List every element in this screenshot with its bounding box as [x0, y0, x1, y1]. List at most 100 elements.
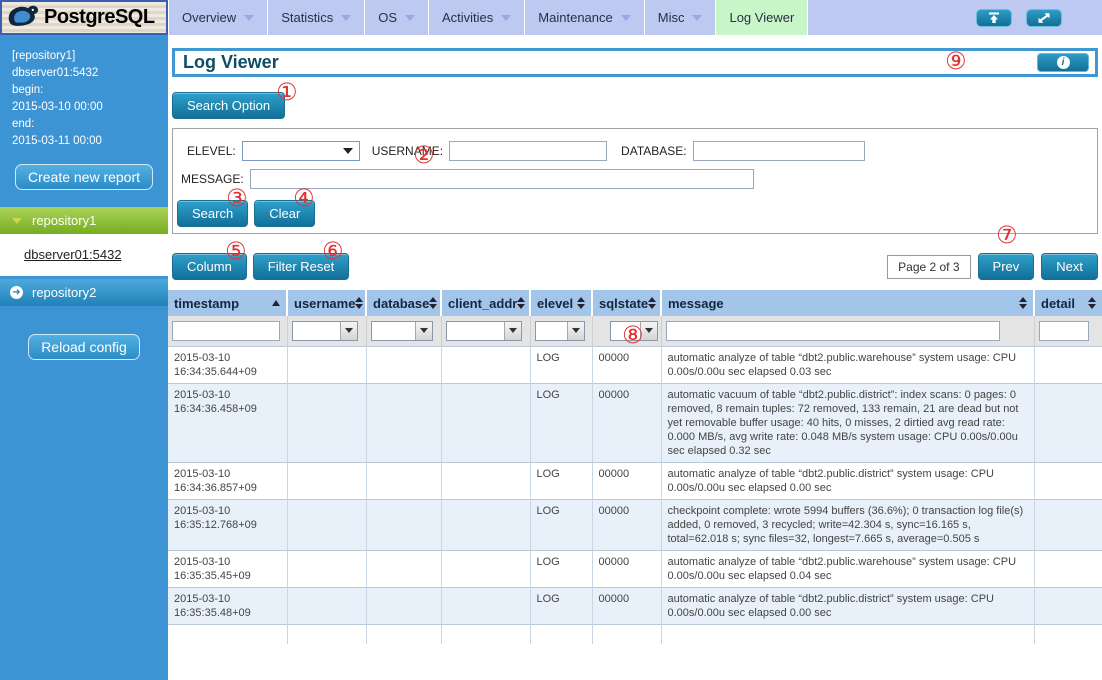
arrow-up-to-bar-icon — [987, 12, 1001, 24]
col-header-username[interactable]: username — [287, 290, 366, 316]
postgresql-logo: PostgreSQL — [0, 0, 168, 35]
sort-asc-icon — [272, 300, 280, 306]
col-header-message[interactable]: message — [661, 290, 1034, 316]
chevron-down-icon — [405, 15, 415, 21]
chevron-down-icon — [640, 322, 657, 340]
filter-database-select[interactable] — [371, 321, 433, 341]
tab-misc[interactable]: Misc — [645, 0, 717, 35]
col-header-timestamp[interactable]: timestamp — [168, 290, 287, 316]
create-new-report-button[interactable]: Create new report — [15, 164, 153, 190]
col-label: detail — [1041, 296, 1075, 311]
col-header-sqlstate[interactable]: sqlstate — [592, 290, 661, 316]
filter-sqlstate-select[interactable] — [610, 321, 658, 341]
begin-datetime: 2015-03-10 00:00 — [12, 99, 168, 116]
filter-detail-input[interactable] — [1039, 321, 1089, 341]
server-link[interactable]: dbserver01:5432 — [24, 247, 122, 262]
filter-username-select[interactable] — [292, 321, 358, 341]
col-label: sqlstate — [599, 296, 648, 311]
col-header-database[interactable]: database — [366, 290, 441, 316]
table-row-partial[interactable] — [168, 624, 1102, 644]
filter-message-input[interactable] — [666, 321, 1000, 341]
reload-config-button[interactable]: Reload config — [28, 334, 140, 360]
search-panel: ELEVEL: USERNAME: DATABASE: MESSAGE: Sea… — [172, 128, 1098, 234]
col-label: database — [373, 296, 429, 311]
col-label: client_addr — [448, 296, 517, 311]
arrow-right-circle-icon: ➜ — [10, 286, 23, 299]
chevron-down-icon — [621, 15, 631, 21]
begin-label: begin: — [12, 82, 168, 99]
expand-button[interactable] — [1026, 9, 1062, 27]
search-option-button[interactable]: Search Option — [172, 92, 285, 119]
chevron-down-icon — [504, 322, 521, 340]
sort-icon — [1019, 297, 1027, 309]
clear-button[interactable]: Clear — [254, 200, 315, 227]
reload-config-wrap: Reload config — [0, 334, 168, 360]
sidebar: [repository1] dbserver01:5432 begin: 201… — [0, 35, 168, 680]
filter-timestamp-input[interactable] — [172, 321, 280, 341]
main-content: Log Viewer i Search Option ELEVEL: USERN… — [168, 35, 1102, 680]
database-field[interactable] — [693, 141, 865, 161]
message-field[interactable] — [250, 169, 754, 189]
prev-button[interactable]: Prev — [978, 253, 1035, 280]
table-row[interactable]: 2015-03-10 16:34:36.458+09 LOG 00000 aut… — [168, 383, 1102, 462]
tab-activities[interactable]: Activities — [429, 0, 525, 35]
table-row[interactable]: 2015-03-10 16:35:35.48+09 LOG 00000 auto… — [168, 587, 1102, 624]
filter-reset-button[interactable]: Filter Reset — [253, 253, 349, 280]
message-label: MESSAGE: — [181, 172, 244, 186]
search-row-1: ELEVEL: USERNAME: DATABASE: — [187, 141, 1097, 161]
scroll-top-button[interactable] — [976, 9, 1012, 27]
table-row[interactable]: 2015-03-10 16:35:12.768+09 LOG 00000 che… — [168, 499, 1102, 550]
sort-icon — [355, 297, 363, 309]
chevron-down-icon — [340, 322, 357, 340]
logo-text: PostgreSQL — [44, 6, 155, 29]
search-row-2: MESSAGE: — [181, 169, 1097, 189]
repository2-header[interactable]: ➜ repository2 — [0, 279, 168, 306]
col-header-detail[interactable]: detail — [1034, 290, 1102, 316]
page-indicator: Page 2 of 3 — [887, 255, 970, 279]
repository1-header[interactable]: repository1 — [0, 207, 168, 234]
search-button[interactable]: Search — [177, 200, 248, 227]
sort-icon — [429, 297, 437, 309]
table-toolbar: Column Filter Reset Page 2 of 3 Prev Nex… — [172, 253, 1098, 280]
tab-log-viewer[interactable]: Log Viewer — [716, 0, 808, 35]
server-name: dbserver01:5432 — [12, 65, 168, 82]
tab-maintenance[interactable]: Maintenance — [525, 0, 644, 35]
col-header-elevel[interactable]: elevel — [530, 290, 592, 316]
log-table: timestamp username database client_addr … — [168, 290, 1102, 644]
column-button[interactable]: Column — [172, 253, 247, 280]
tab-label: Overview — [182, 10, 236, 25]
page-title: Log Viewer — [183, 52, 279, 73]
info-button[interactable]: i — [1037, 53, 1089, 72]
username-field[interactable] — [449, 141, 607, 161]
next-button[interactable]: Next — [1041, 253, 1098, 280]
table-row[interactable]: 2015-03-10 16:34:35.644+09 LOG 00000 aut… — [168, 346, 1102, 383]
sort-icon — [577, 297, 585, 309]
tab-statistics[interactable]: Statistics — [268, 0, 365, 35]
triangle-down-icon — [12, 218, 22, 224]
end-label: end: — [12, 116, 168, 133]
filter-client-addr-select[interactable] — [446, 321, 522, 341]
table-row[interactable]: 2015-03-10 16:35:35.45+09 LOG 00000 auto… — [168, 550, 1102, 587]
nav-buttons — [976, 0, 1102, 35]
col-label: timestamp — [174, 296, 239, 311]
repository1-panel: dbserver01:5432 — [0, 234, 168, 276]
tab-label: Misc — [658, 10, 685, 25]
chevron-down-icon — [341, 15, 351, 21]
chevron-down-icon — [244, 15, 254, 21]
table-row[interactable]: 2015-03-10 16:34:36.857+09 LOG 00000 aut… — [168, 462, 1102, 499]
page-title-bar: Log Viewer i — [172, 48, 1098, 77]
filter-elevel-select[interactable] — [535, 321, 585, 341]
tab-overview[interactable]: Overview — [168, 0, 268, 35]
col-header-client-addr[interactable]: client_addr — [441, 290, 530, 316]
elevel-select[interactable] — [242, 141, 360, 161]
tab-label: Log Viewer — [729, 10, 794, 25]
tab-label: OS — [378, 10, 397, 25]
table-filter-row — [168, 316, 1102, 346]
col-label: message — [668, 296, 724, 311]
col-label: elevel — [537, 296, 573, 311]
end-datetime: 2015-03-11 00:00 — [12, 133, 168, 150]
sort-icon — [1088, 297, 1096, 309]
repository2-label: repository2 — [32, 285, 96, 300]
chevron-down-icon — [692, 15, 702, 21]
tab-os[interactable]: OS — [365, 0, 429, 35]
